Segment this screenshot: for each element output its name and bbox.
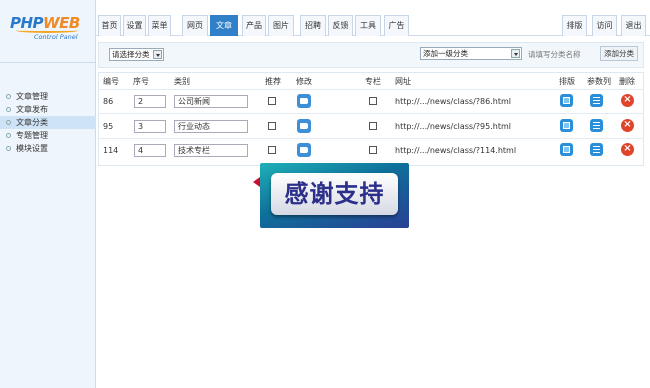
sidebar-item-article-category[interactable]: 文章分类 (0, 116, 96, 129)
order-input[interactable]: 2 (134, 95, 166, 108)
tab-home[interactable]: 首页 (98, 15, 121, 36)
row-url[interactable]: http://.../news/class/?114.html (395, 146, 516, 155)
header-url: 网址 (395, 77, 411, 86)
row-id: 95 (103, 122, 114, 131)
sidebar-item-module-settings[interactable]: 模块设置 (0, 142, 96, 155)
header-params: 参数列 (587, 77, 611, 86)
category-name-field[interactable]: 行业动态 (174, 120, 248, 133)
recommend-checkbox[interactable] (268, 146, 276, 154)
row-url[interactable]: http://.../news/class/?86.html (395, 97, 511, 106)
top-nav-bar: 首页 设置 菜单 网页 文章 产品 图片 招聘 反馈 工具 广告 排版 访问 退… (96, 0, 650, 36)
thanks-badge-text: 感谢支持 (271, 173, 398, 215)
category-name-input[interactable] (528, 47, 596, 61)
category-name-field[interactable]: 公司新闻 (174, 95, 248, 108)
header-layout: 排版 (559, 77, 575, 86)
params-list-icon[interactable] (590, 143, 603, 156)
order-input[interactable]: 3 (134, 120, 166, 133)
tab-feedback[interactable]: 反馈 (328, 15, 353, 36)
logo-subtitle: Control Panel (34, 33, 78, 41)
tab-tools[interactable]: 工具 (355, 15, 381, 36)
row-url[interactable]: http://.../news/class/?95.html (395, 122, 511, 131)
row-id: 86 (103, 97, 114, 106)
thanks-badge: 感谢支持 (260, 163, 409, 228)
table-divider (98, 113, 644, 114)
tab-images[interactable]: 图片 (268, 15, 294, 36)
tab-recruit[interactable]: 招聘 (300, 15, 326, 36)
sidebar: PHPWEB Control Panel 文章管理 文章发布 文章分类 专题管理… (0, 0, 96, 388)
edit-thumb-icon[interactable] (297, 143, 311, 157)
chevron-down-icon (511, 49, 520, 58)
row-id: 114 (103, 146, 119, 155)
tab-pages[interactable]: 网页 (182, 15, 208, 36)
params-list-icon[interactable] (590, 119, 603, 132)
circle-bullet-icon (6, 133, 11, 138)
sidebar-menu: 文章管理 文章发布 文章分类 专题管理 模块设置 (0, 90, 96, 155)
header-delete: 删除 (619, 77, 635, 86)
sidebar-item-article-manage[interactable]: 文章管理 (0, 90, 96, 103)
tab-layout[interactable]: 排版 (562, 15, 587, 36)
header-name: 类别 (174, 77, 190, 86)
header-id: 编号 (103, 77, 119, 86)
red-arrow-icon (253, 177, 260, 187)
edit-thumb-icon[interactable] (297, 94, 311, 108)
column-checkbox[interactable] (369, 97, 377, 105)
circle-bullet-icon (6, 94, 11, 99)
params-list-icon[interactable] (590, 94, 603, 107)
header-order: 序号 (133, 77, 149, 86)
sidebar-divider (0, 62, 96, 63)
chevron-down-icon (153, 50, 162, 59)
circle-bullet-icon (6, 107, 11, 112)
layout-icon[interactable] (560, 94, 573, 107)
delete-icon[interactable]: × (621, 119, 634, 132)
category-name-field[interactable]: 技术专栏 (174, 144, 248, 157)
column-checkbox[interactable] (369, 122, 377, 130)
add-category-button[interactable]: 添加分类 (600, 46, 638, 61)
table-divider (98, 89, 644, 90)
sidebar-item-article-publish[interactable]: 文章发布 (0, 103, 96, 116)
tab-articles[interactable]: 文章 (210, 15, 238, 36)
phpweb-logo[interactable]: PHPWEB Control Panel (10, 14, 88, 46)
sidebar-item-topic-manage[interactable]: 专题管理 (0, 129, 96, 142)
tab-logout[interactable]: 退出 (621, 15, 646, 36)
recommend-checkbox[interactable] (268, 97, 276, 105)
circle-bullet-icon (6, 120, 11, 125)
layout-icon[interactable] (560, 143, 573, 156)
tab-visits[interactable]: 访问 (592, 15, 617, 36)
layout-icon[interactable] (560, 119, 573, 132)
header-recommend: 推荐 (265, 77, 281, 86)
tab-ads[interactable]: 广告 (384, 15, 409, 36)
tab-settings[interactable]: 设置 (123, 15, 146, 36)
tab-menu[interactable]: 菜单 (148, 15, 171, 36)
column-checkbox[interactable] (369, 146, 377, 154)
parent-category-select[interactable]: 添加一级分类 (420, 47, 522, 60)
header-column: 专栏 (365, 77, 381, 86)
header-edit: 修改 (296, 77, 312, 86)
delete-icon[interactable]: × (621, 94, 634, 107)
table-divider (98, 138, 644, 139)
edit-thumb-icon[interactable] (297, 119, 311, 133)
category-select[interactable]: 请选择分类 (109, 48, 164, 61)
order-input[interactable]: 4 (134, 144, 166, 157)
tab-products[interactable]: 产品 (242, 15, 266, 36)
delete-icon[interactable]: × (621, 143, 634, 156)
circle-bullet-icon (6, 146, 11, 151)
recommend-checkbox[interactable] (268, 122, 276, 130)
